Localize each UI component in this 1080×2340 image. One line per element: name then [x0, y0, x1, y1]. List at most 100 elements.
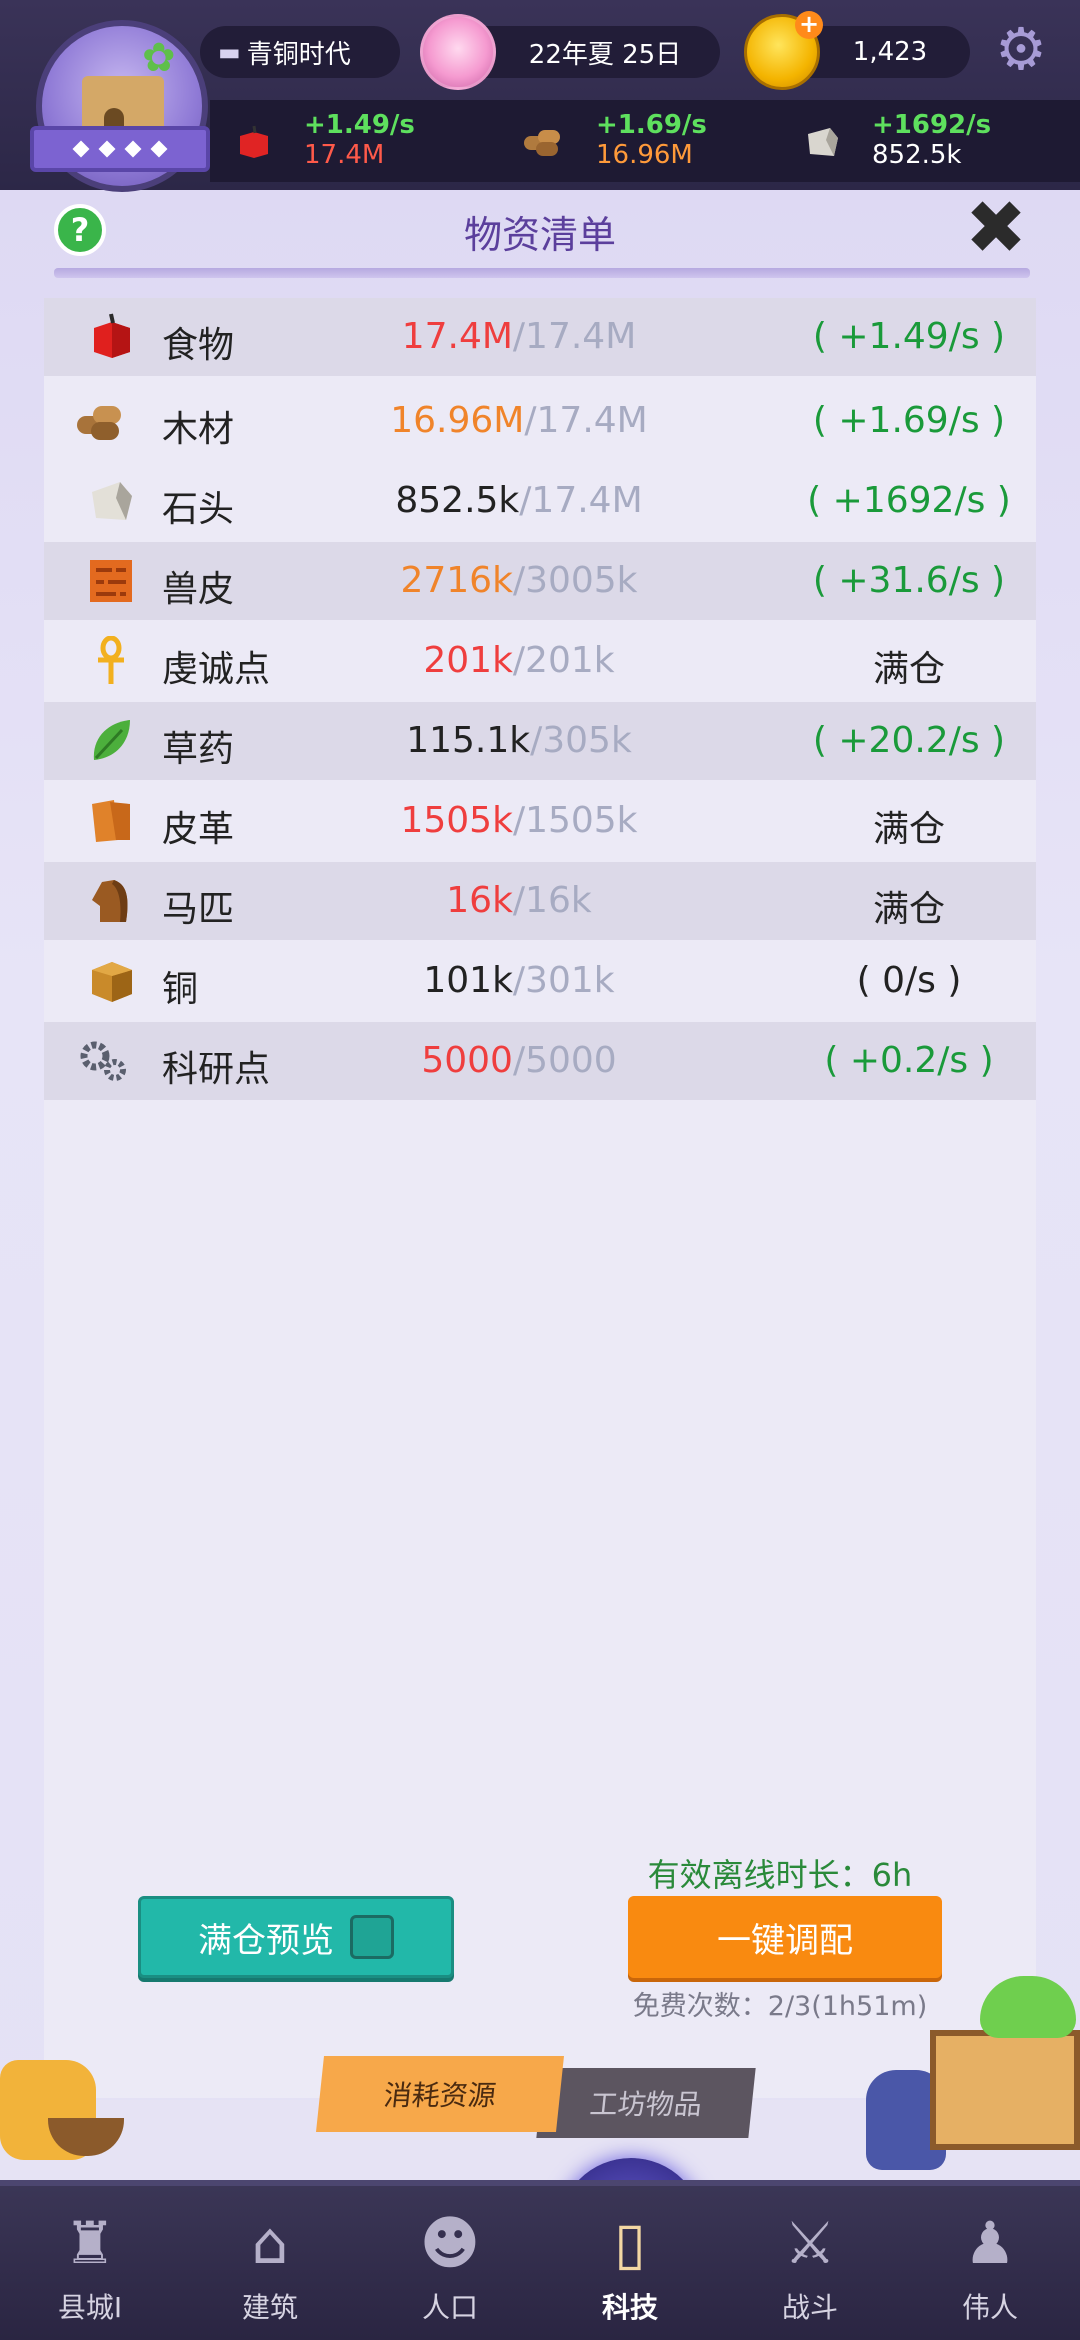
resource-quantity: 16.96M/17.4M: [390, 400, 648, 441]
list-item[interactable]: 科研点 5000/5000 ( +0.2/s ): [44, 1022, 1036, 1100]
resource-name: 虔诚点: [162, 649, 271, 690]
pottery-decor-icon: [0, 2040, 150, 2170]
wood-icon: [77, 406, 121, 440]
full-preview-checkbox[interactable]: [350, 1915, 394, 1959]
settings-gear-icon[interactable]: ⚙: [990, 18, 1052, 80]
resource-name: 铜: [162, 969, 199, 1010]
wood-rate: +1.69/s: [596, 110, 707, 140]
lotus-icon[interactable]: [420, 14, 496, 90]
nav-county[interactable]: ♜ 县城I: [0, 2204, 180, 2340]
herb-icon: [93, 720, 130, 760]
resource-rate: 满仓: [872, 889, 945, 930]
nav-label: 科技: [601, 2291, 658, 2324]
crate-frog-decor-icon: [860, 1950, 1080, 2170]
resource-rate: ( +31.6/s ): [812, 560, 1006, 601]
resource-quantity: 5000/5000: [421, 1040, 617, 1081]
list-item[interactable]: 草药 115.1k/305k ( +20.2/s ): [44, 702, 1036, 780]
resource-rate: 满仓: [872, 809, 945, 850]
resource-name: 石头: [162, 489, 235, 530]
resource-name: 科研点: [162, 1049, 271, 1090]
tab-consumables-label: 消耗资源: [382, 2079, 498, 2112]
wood-resource[interactable]: +1.69/s 16.96M: [516, 110, 776, 174]
resource-name: 兽皮: [162, 569, 235, 610]
stone-amount: 852.5k: [872, 140, 962, 170]
bottom-nav: ♜ 县城I ⌂ 建筑 ☻ 人口 ▯ 科技 ⚔ 战斗 ♟ 伟人: [0, 2180, 1080, 2340]
nav-label: 战斗: [781, 2291, 838, 2324]
nav-label: 伟人: [961, 2291, 1018, 2324]
resource-quantity: 2716k/3005k: [400, 560, 638, 601]
header-divider: [54, 268, 1030, 278]
inventory-panel: ? 物资清单 ✖ 食物 17.4M/17.4M ( +1.49/s ) 木材 1…: [0, 190, 1080, 2180]
resource-quantity: 16k/16k: [446, 880, 592, 921]
resource-rate: ( +20.2/s ): [812, 720, 1006, 761]
stone-icon: [92, 482, 132, 520]
resource-quantity: 1505k/1505k: [400, 800, 638, 841]
add-coins-icon[interactable]: +: [795, 11, 823, 39]
resource-rate: ( 0/s ): [856, 960, 962, 1001]
resource-rate: ( +1692/s ): [807, 480, 1011, 521]
resource-name: 皮革: [162, 809, 235, 850]
tab-workshop-label: 工坊物品: [588, 2088, 704, 2121]
list-item[interactable]: 木材 16.96M/17.4M ( +1.69/s ): [44, 382, 1036, 460]
list-item[interactable]: 铜 101k/301k ( 0/s ): [44, 942, 1036, 1020]
nav-population[interactable]: ☻ 人口: [360, 2204, 540, 2340]
resource-quantity: 115.1k/305k: [406, 720, 632, 761]
list-item[interactable]: 兽皮 2716k/3005k ( +31.6/s ): [44, 542, 1036, 620]
swords-icon: ⚔: [784, 2209, 836, 2277]
resource-list: 食物 17.4M/17.4M ( +1.49/s ) 木材 16.96M/17.…: [44, 298, 1036, 2098]
coin-count: 1,423: [852, 37, 928, 67]
era-pill[interactable]: ▬ 青铜时代: [200, 26, 400, 78]
house-icon: ⌂: [251, 2209, 289, 2277]
nav-technology[interactable]: ▯ 科技: [540, 2204, 720, 2340]
food-amount: 17.4M: [304, 140, 385, 170]
list-item[interactable]: 石头 852.5k/17.4M ( +1692/s ): [44, 462, 1036, 540]
horse-icon: [92, 880, 128, 922]
resource-name: 草药: [162, 729, 235, 770]
nav-battle[interactable]: ⚔ 战斗: [720, 2204, 900, 2340]
stone-rate: +1692/s: [872, 110, 992, 140]
resource-quantity: 852.5k/17.4M: [395, 480, 643, 521]
gears-icon: [80, 1041, 126, 1081]
nav-great-people[interactable]: ♟ 伟人: [900, 2204, 1080, 2340]
date-label: 22年夏 25日: [528, 39, 682, 70]
statue-icon: ♟: [964, 2209, 1016, 2277]
leather-icon: [92, 800, 130, 842]
castle-icon: ♜: [64, 2209, 116, 2277]
list-item[interactable]: 马匹 16k/16k 满仓: [44, 862, 1036, 940]
wood-icon: [524, 130, 560, 156]
hide-icon: [90, 560, 132, 602]
list-item[interactable]: 皮革 1505k/1505k 满仓: [44, 782, 1036, 860]
close-icon[interactable]: ✖: [960, 191, 1032, 265]
ankh-icon: [98, 636, 124, 684]
bed-icon: ▬: [218, 38, 241, 66]
resource-rate: 满仓: [872, 649, 945, 690]
palm-tree-icon: ✿: [142, 35, 176, 81]
resource-name: 木材: [162, 409, 235, 450]
panel-title: 物资清单: [463, 213, 616, 257]
tab-workshop-items[interactable]: 工坊物品: [536, 2068, 756, 2138]
era-label: 青铜时代: [246, 39, 351, 70]
food-resource[interactable]: +1.49/s 17.4M: [234, 110, 474, 174]
offline-duration: 有效离线时长：6h: [647, 1856, 913, 1894]
food-icon: [240, 125, 268, 158]
resource-strip: +1.49/s 17.4M +1.69/s 16.96M +1692/s 852…: [210, 100, 1080, 182]
book-icon: ▯: [614, 2209, 646, 2277]
list-item[interactable]: 虔诚点 201k/201k 满仓: [44, 622, 1036, 700]
resource-quantity: 17.4M/17.4M: [401, 316, 637, 357]
resource-quantity: 201k/201k: [423, 640, 615, 681]
resource-rate: ( +0.2/s ): [824, 1040, 994, 1081]
resource-name: 马匹: [162, 889, 235, 930]
food-rate: +1.49/s: [304, 110, 415, 140]
list-item[interactable]: 食物 17.4M/17.4M ( +1.49/s ): [44, 298, 1036, 376]
nav-buildings[interactable]: ⌂ 建筑: [180, 2204, 360, 2340]
copper-icon: [92, 962, 132, 1002]
wood-amount: 16.96M: [596, 140, 693, 170]
stone-resource[interactable]: +1692/s 852.5k: [802, 110, 1062, 174]
tab-consumables[interactable]: 消耗资源: [316, 2056, 564, 2132]
coin-icon[interactable]: +: [744, 11, 823, 90]
nav-label: 人口: [421, 2291, 478, 2324]
top-bar: ▬ 青铜时代 22年夏 25日 1,423 + ⚙ +1.49/s 17.4M …: [0, 0, 1080, 192]
nav-label: 县城I: [57, 2291, 123, 2324]
full-preview-button[interactable]: 满仓预览: [138, 1896, 454, 1978]
stone-icon: [808, 128, 838, 156]
